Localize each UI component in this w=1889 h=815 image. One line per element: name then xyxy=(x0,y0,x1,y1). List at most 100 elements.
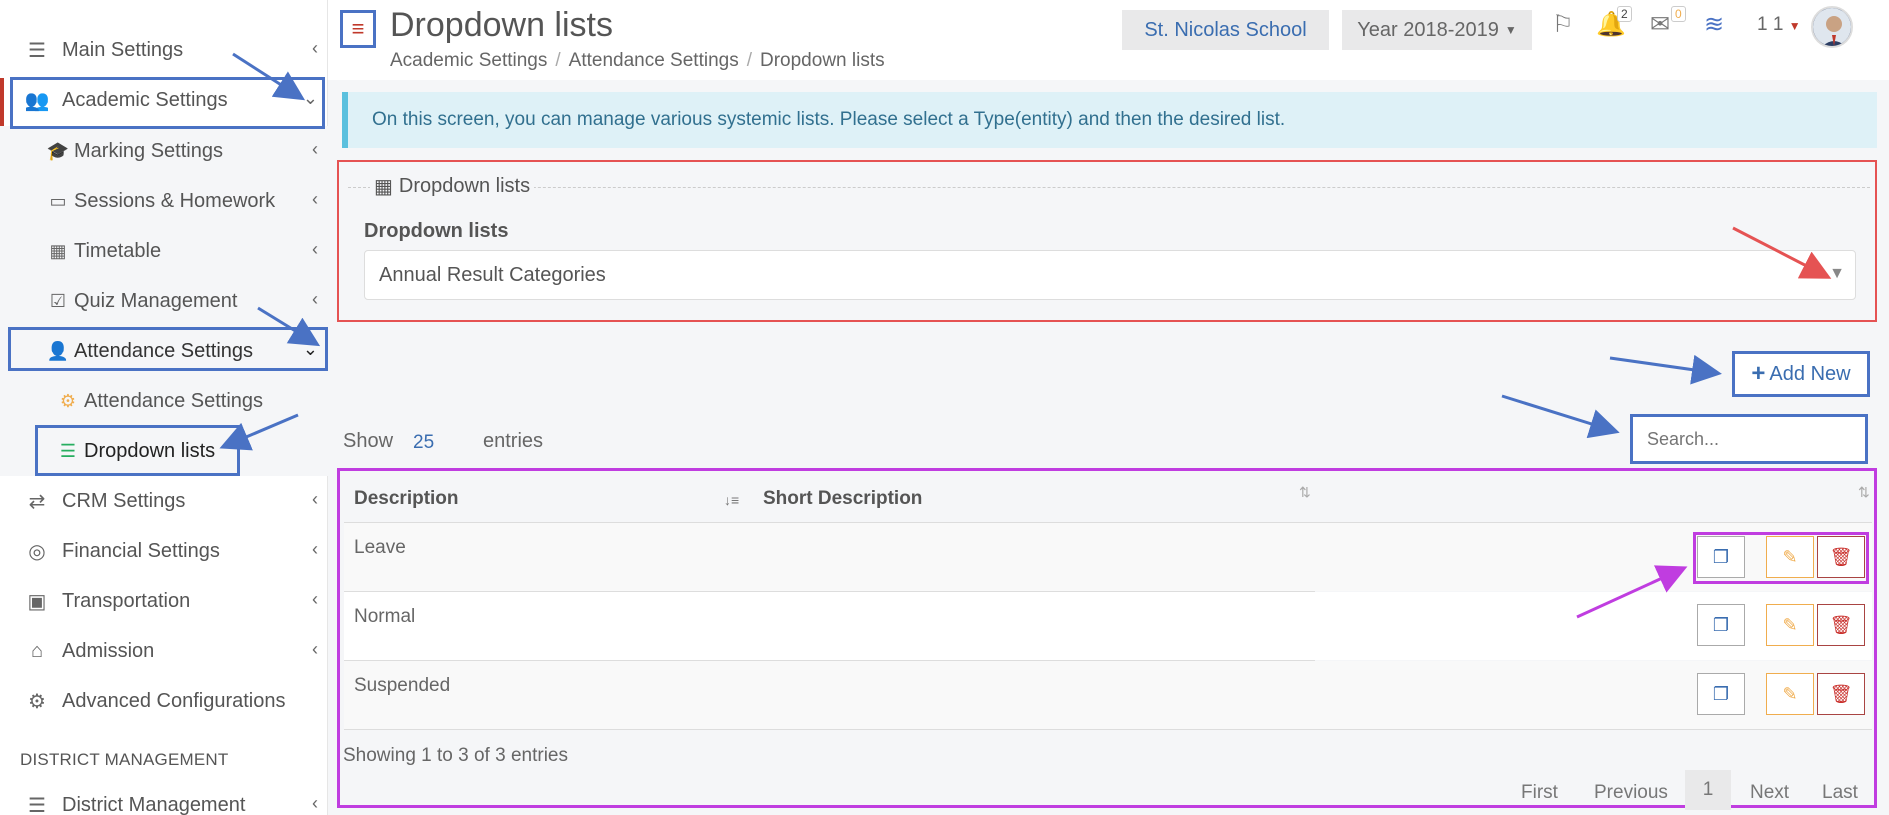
annotation-box xyxy=(10,77,325,129)
pagination-last[interactable]: Last xyxy=(1822,782,1858,804)
sidebar-item-main-settings[interactable]: ☰ Main Settings ‹ xyxy=(0,25,328,75)
sort-icon[interactable]: ⇅ xyxy=(1299,484,1311,501)
year-selector-button[interactable]: Year 2018-2019 ▼ xyxy=(1342,10,1532,50)
sidebar: ☰ Main Settings ‹ 👥 Academic Settings ⌄ … xyxy=(0,0,328,815)
checkbox-icon: ☑ xyxy=(49,290,67,311)
edit-button[interactable]: ✎ xyxy=(1766,604,1814,646)
sidebar-item-admission[interactable]: ⌂ Admission ‹ xyxy=(0,626,328,676)
sidebar-item-label: Marking Settings xyxy=(74,139,223,162)
sidebar-item-advanced-configurations[interactable]: ⚙ Advanced Configurations xyxy=(0,676,328,726)
entries-label: entries xyxy=(483,430,544,452)
table-row xyxy=(344,592,1872,660)
delete-button[interactable]: 🗑 xyxy=(1817,673,1865,715)
cell-description: Suspended xyxy=(354,675,451,696)
layers-icon[interactable]: ≋ xyxy=(1704,10,1724,39)
menu-toggle-button[interactable]: ≡ xyxy=(340,10,376,48)
gear-icon: ⚙ xyxy=(59,390,77,411)
table-row xyxy=(344,523,1872,591)
flag-icon[interactable]: ⚐ xyxy=(1552,10,1574,39)
page-size-select[interactable]: 25 xyxy=(413,432,434,454)
sidebar-item-label: Attendance Settings xyxy=(84,389,264,412)
annotation-box xyxy=(35,425,240,476)
sidebar-item-label: Sessions & Homework xyxy=(74,189,276,212)
add-new-label: Add New xyxy=(1769,362,1851,385)
sidebar-item-label: Quiz Management xyxy=(74,289,238,312)
sidebar-item-district-management[interactable]: ☰ District Management ‹ xyxy=(0,780,328,815)
sidebar-section-label: DISTRICT MANAGEMENT xyxy=(20,750,229,769)
avatar[interactable] xyxy=(1811,6,1853,48)
caret-down-icon: ▼ xyxy=(1788,19,1801,33)
annotation-arrow xyxy=(1501,394,1620,439)
dropdown-list-select[interactable]: Annual Result Categories ▼ xyxy=(364,250,1856,300)
menu-icon: ☰ xyxy=(28,794,46,815)
sidebar-item-transportation[interactable]: ▣ Transportation ‹ xyxy=(0,576,328,626)
mail-icon[interactable]: ✉ xyxy=(1650,10,1670,39)
breadcrumb-item[interactable]: Attendance Settings xyxy=(569,50,739,71)
chevron-left-icon: ‹ xyxy=(312,189,318,209)
shuffle-icon: ⇄ xyxy=(28,490,46,513)
calendar-icon: ▦ xyxy=(49,240,67,261)
message-badge: 0 xyxy=(1671,6,1686,22)
caret-down-icon: ▼ xyxy=(1829,265,1845,282)
chevron-left-icon: ‹ xyxy=(312,793,318,813)
trash-icon: 🗑 xyxy=(1829,614,1853,635)
user-count[interactable]: 1 1 ▼ xyxy=(1757,14,1801,36)
add-new-button[interactable]: + Add New xyxy=(1732,351,1870,397)
pagination-current-page[interactable]: 1 xyxy=(1685,770,1731,810)
sidebar-subitem-attendance-settings[interactable]: ⚙ Attendance Settings xyxy=(0,376,328,426)
trash-icon: 🗑 xyxy=(1829,683,1853,704)
selected-value: Annual Result Categories xyxy=(379,263,606,286)
chevron-left-icon: ‹ xyxy=(312,139,318,159)
sidebar-item-financial-settings[interactable]: ◎ Financial Settings ‹ xyxy=(0,526,328,576)
breadcrumb-item[interactable]: Academic Settings xyxy=(390,50,547,71)
coins-icon: ◎ xyxy=(28,540,46,563)
fieldset-border xyxy=(348,187,1870,188)
notification-badge: 2 xyxy=(1617,6,1632,22)
chevron-left-icon: ‹ xyxy=(312,639,318,659)
sidebar-item-marking-settings[interactable]: 🎓 Marking Settings ‹ xyxy=(0,126,328,176)
pencil-icon: ✎ xyxy=(1782,614,1798,635)
graduation-cap-icon: 🎓 xyxy=(46,140,70,161)
sidebar-item-label: Main Settings xyxy=(62,38,184,61)
sidebar-item-sessions-homework[interactable]: ▭ Sessions & Homework ‹ xyxy=(0,176,328,226)
school-selector-button[interactable]: St. Nicolas School xyxy=(1122,10,1329,50)
delete-button[interactable]: 🗑 xyxy=(1817,604,1865,646)
sidebar-item-label: Advanced Configurations xyxy=(62,689,286,712)
sidebar-item-label: District Management xyxy=(62,793,246,815)
pagination-previous[interactable]: Previous xyxy=(1594,782,1668,804)
sort-icon[interactable]: ⇅ xyxy=(1858,484,1870,501)
caret-down-icon: ▼ xyxy=(1504,23,1517,37)
chevron-left-icon: ‹ xyxy=(312,489,318,509)
cell-description: Leave xyxy=(354,537,406,558)
sort-asc-icon[interactable]: ↓≡ xyxy=(724,492,739,508)
plus-icon: + xyxy=(1751,360,1766,387)
show-label: Show xyxy=(343,430,394,452)
bank-icon: ⌂ xyxy=(30,639,44,662)
edit-button[interactable]: ✎ xyxy=(1766,673,1814,715)
sidebar-item-crm-settings[interactable]: ⇄ CRM Settings ‹ xyxy=(0,476,328,526)
sidebar-item-label: Financial Settings xyxy=(62,539,220,562)
table-info: Showing 1 to 3 of 3 entries xyxy=(343,745,568,766)
table-icon: ▦ xyxy=(374,176,393,198)
chevron-left-icon: ‹ xyxy=(312,589,318,609)
user-count-text: 1 1 xyxy=(1757,14,1784,35)
cell-description: Normal xyxy=(354,606,416,627)
year-label: Year 2018-2019 xyxy=(1357,18,1499,41)
table-row xyxy=(344,661,1872,729)
copy-button[interactable]: ❐ xyxy=(1697,673,1745,715)
search-input[interactable] xyxy=(1630,414,1868,464)
breadcrumb-item: Dropdown lists xyxy=(760,50,885,71)
annotation-box xyxy=(8,327,328,371)
sidebar-item-quiz-management[interactable]: ☑ Quiz Management ‹ xyxy=(0,276,328,326)
sidebar-item-label: Timetable xyxy=(74,239,162,262)
pagination-next[interactable]: Next xyxy=(1750,782,1789,804)
panel-legend: ▦ Dropdown lists xyxy=(370,174,535,199)
column-header-description[interactable]: Description xyxy=(354,488,459,510)
page-title: Dropdown lists xyxy=(390,6,613,44)
dropdown-field-label: Dropdown lists xyxy=(364,220,509,242)
panel-legend-label: Dropdown lists xyxy=(398,175,531,197)
column-header-short-description[interactable]: Short Description xyxy=(763,488,922,510)
copy-button[interactable]: ❐ xyxy=(1697,604,1745,646)
pagination-first[interactable]: First xyxy=(1521,782,1558,804)
sidebar-item-timetable[interactable]: ▦ Timetable ‹ xyxy=(0,226,328,276)
